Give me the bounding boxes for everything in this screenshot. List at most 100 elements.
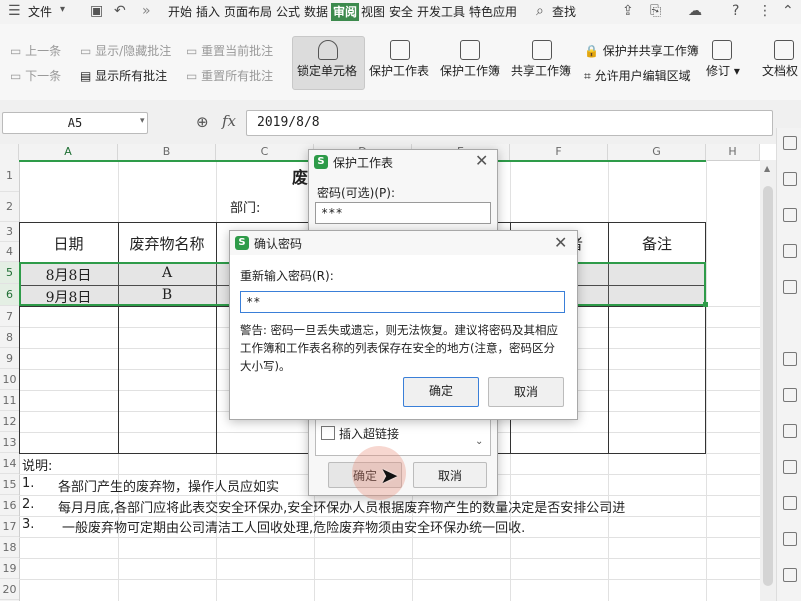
row-header[interactable]: 10 (0, 369, 19, 390)
note-text[interactable]: 每月月底,各部门应将此表交安全环保办,安全环保办人员根据废弃物产生的数量决定是否… (58, 497, 625, 516)
share-panel-icon[interactable] (783, 424, 797, 438)
row-header[interactable]: 1 (0, 160, 19, 192)
cell-date[interactable]: 8月8日 (19, 265, 118, 285)
tab-special[interactable]: 特色应用 (469, 3, 517, 21)
show-all-comments-button[interactable]: ▤ 显示所有批注 (80, 67, 167, 84)
list-scroll-down-icon[interactable]: ⌄ (475, 436, 483, 447)
col-header-c[interactable]: C (216, 144, 314, 160)
zoom-icon[interactable]: ⊕ (196, 113, 209, 131)
note-text[interactable]: 一般废弃物可定期由公司清洁工人回收处理,危险废弃物须由安全环保办统一回收. (62, 517, 525, 536)
tab-page-layout[interactable]: 页面布局 (224, 3, 272, 21)
tab-home[interactable]: 开始 (168, 3, 192, 21)
style-icon[interactable] (783, 208, 797, 222)
document-rights-button[interactable]: 文档权 (762, 62, 798, 79)
sheet-title[interactable]: 废 (292, 164, 308, 188)
row-header[interactable]: 20 (0, 579, 19, 600)
row-header[interactable]: 2 (0, 192, 19, 222)
cell-date[interactable]: 9月8日 (19, 287, 118, 307)
row-header[interactable]: 5 (0, 262, 19, 284)
confirm-ok-button[interactable]: 确定 (403, 377, 479, 407)
show-hide-comment-button[interactable]: ▭ 显示/隐藏批注 (80, 42, 171, 59)
tab-data[interactable]: 数据 (304, 3, 328, 21)
undo-icon[interactable]: ↶ (114, 3, 126, 19)
allow-edit-ranges-button[interactable]: ⌗ 允许用户编辑区域 (584, 67, 691, 84)
row-header[interactable]: 17 (0, 516, 19, 537)
header-remark[interactable]: 备注 (608, 233, 706, 254)
revise-button[interactable]: 修订 ▾ (706, 62, 740, 79)
collapse-icon[interactable]: ⌃ (782, 3, 794, 19)
notes-heading[interactable]: 说明: (22, 455, 52, 474)
save-icon[interactable]: ▣ (90, 3, 103, 19)
formula-input[interactable]: 2019/8/8 (246, 110, 773, 136)
name-box-dropdown-icon[interactable]: ▾ (140, 116, 145, 126)
tab-developer[interactable]: 开发工具 (417, 3, 465, 21)
backup-icon[interactable] (783, 352, 797, 366)
select-all-corner[interactable] (0, 144, 19, 160)
row-header[interactable]: 9 (0, 348, 19, 369)
cell-waste-name[interactable]: B (118, 287, 216, 303)
row-header[interactable]: 15 (0, 474, 19, 495)
row-header[interactable]: 13 (0, 432, 19, 453)
header-waste-name[interactable]: 废弃物名称 (118, 233, 216, 254)
fx-icon[interactable]: fx (222, 112, 236, 130)
search-label[interactable]: 查找 (552, 3, 576, 21)
col-header-h[interactable]: H (706, 144, 760, 160)
prev-comment-button[interactable]: ▭ 上一条 (10, 42, 61, 59)
row-header[interactable]: 8 (0, 327, 19, 348)
row-header[interactable]: 14 (0, 453, 19, 474)
reenter-password-field[interactable]: ** (240, 291, 565, 313)
insert-hyperlink-checkbox[interactable] (321, 426, 335, 440)
col-header-a[interactable]: A (19, 144, 118, 160)
layout-icon[interactable] (783, 460, 797, 474)
cloud-icon[interactable]: ☁ (688, 3, 702, 19)
search-icon[interactable]: ⌕ (536, 3, 544, 19)
more-options-icon[interactable]: ⋮ (758, 3, 772, 19)
more-icon[interactable]: » (142, 3, 151, 19)
col-header-g[interactable]: G (608, 144, 706, 160)
cell-waste-name[interactable]: A (118, 265, 216, 281)
row-header[interactable]: 16 (0, 495, 19, 516)
next-comment-button[interactable]: ▭ 下一条 (10, 67, 61, 84)
help-icon[interactable]: ? (732, 3, 739, 19)
row-header[interactable]: 4 (0, 242, 19, 262)
reset-current-comment-button[interactable]: ▭ 重置当前批注 (186, 42, 273, 59)
shape-icon[interactable] (783, 244, 797, 258)
tab-formulas[interactable]: 公式 (276, 3, 300, 21)
share-icon[interactable]: ⇪ (622, 3, 634, 19)
picture-icon[interactable] (783, 496, 797, 510)
row-header[interactable]: 3 (0, 222, 19, 242)
transform-icon[interactable] (783, 280, 797, 294)
collapse-panel-icon[interactable] (783, 136, 797, 150)
hamburger-icon[interactable]: ☰ (8, 3, 21, 19)
note-text[interactable]: 各部门产生的废弃物，操作人员应如实 (58, 476, 279, 495)
row-header[interactable]: 18 (0, 537, 19, 558)
tab-security[interactable]: 安全 (389, 3, 413, 21)
scroll-up-icon[interactable]: ▲ (764, 164, 770, 173)
tab-view[interactable]: 视图 (361, 3, 385, 21)
protect-cancel-button[interactable]: 取消 (413, 462, 487, 488)
row-header[interactable]: 6 (0, 284, 19, 306)
image-icon[interactable] (783, 568, 797, 582)
col-header-f[interactable]: F (510, 144, 608, 160)
chevron-down-icon[interactable]: ▾ (60, 4, 65, 15)
tab-insert[interactable]: 插入 (196, 3, 220, 21)
row-header[interactable]: 19 (0, 558, 19, 579)
protect-sheet-button[interactable]: 保护工作表 (369, 62, 429, 79)
header-date[interactable]: 日期 (19, 233, 118, 254)
tool-icon[interactable] (783, 388, 797, 402)
confirm-cancel-button[interactable]: 取消 (488, 377, 564, 407)
protect-password-field[interactable]: *** (315, 202, 491, 224)
file-menu[interactable]: 文件 (28, 3, 52, 21)
tab-review[interactable]: 审阅 (331, 3, 360, 21)
row-header[interactable]: 11 (0, 390, 19, 411)
name-box[interactable]: A5 (2, 112, 148, 134)
close-icon[interactable]: ✕ (554, 233, 567, 252)
share-book-button[interactable]: 共享工作簿 (511, 62, 571, 79)
close-icon[interactable]: ✕ (475, 151, 488, 170)
protect-share-book-button[interactable]: 🔒 保护并共享工作簿 (584, 42, 699, 59)
copy-icon[interactable] (783, 532, 797, 546)
dept-label[interactable]: 部门: (230, 197, 260, 216)
export-icon[interactable]: ⎘ (650, 3, 661, 19)
select-icon[interactable] (783, 172, 797, 186)
reset-all-comments-button[interactable]: ▭ 重置所有批注 (186, 67, 273, 84)
